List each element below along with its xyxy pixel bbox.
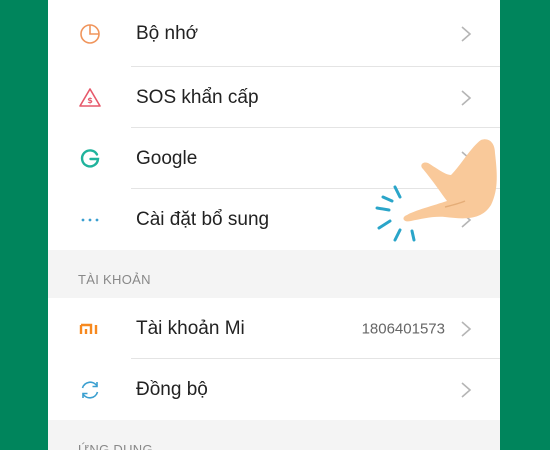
more-dots-icon [78, 208, 102, 232]
chevron-right-icon [461, 89, 472, 106]
settings-item-label: SOS khẩn cấp [136, 86, 259, 108]
settings-item-label: Google [136, 147, 198, 169]
section-header-apps: ỨNG DỤNG [48, 430, 500, 450]
section-gap [48, 420, 500, 430]
section-gap [48, 250, 500, 260]
mi-logo-icon [78, 317, 102, 341]
storage-pie-icon [78, 22, 102, 46]
settings-group: Bộ nhớ $ SOS khẩn cấp Google Cài đặt bổ … [48, 0, 500, 250]
section-header-label: ỨNG DỤNG [78, 442, 153, 450]
settings-item-label: Tài khoản Mi [136, 317, 245, 339]
chevron-right-icon [461, 150, 472, 167]
settings-screen: Bộ nhớ $ SOS khẩn cấp Google Cài đặt bổ … [48, 0, 500, 450]
chevron-right-icon [461, 211, 472, 228]
section-header-label: TÀI KHOẢN [78, 272, 151, 287]
settings-item-label: Cài đặt bổ sung [136, 208, 270, 230]
mi-account-id: 1806401573 [361, 320, 445, 337]
svg-text:$: $ [87, 96, 93, 105]
chevron-right-icon [461, 25, 472, 42]
chevron-right-icon [461, 320, 472, 337]
settings-item-storage[interactable]: Bộ nhớ [48, 0, 500, 67]
section-header-accounts: TÀI KHOẢN [48, 260, 500, 298]
sync-icon [78, 378, 102, 402]
settings-item-google[interactable]: Google [48, 128, 500, 189]
sos-warning-icon: $ [78, 86, 102, 110]
settings-item-additional[interactable]: Cài đặt bổ sung [48, 189, 500, 250]
accounts-group: Tài khoản Mi 1806401573 Đồng bộ [48, 298, 500, 420]
google-g-icon [78, 147, 102, 171]
settings-item-label: Bộ nhớ [136, 22, 199, 44]
chevron-right-icon [461, 381, 472, 398]
settings-item-mi-account[interactable]: Tài khoản Mi 1806401573 [48, 298, 500, 359]
settings-item-sync[interactable]: Đồng bộ [48, 359, 500, 420]
settings-item-label: Đồng bộ [136, 378, 208, 400]
settings-item-sos[interactable]: $ SOS khẩn cấp [48, 67, 500, 128]
